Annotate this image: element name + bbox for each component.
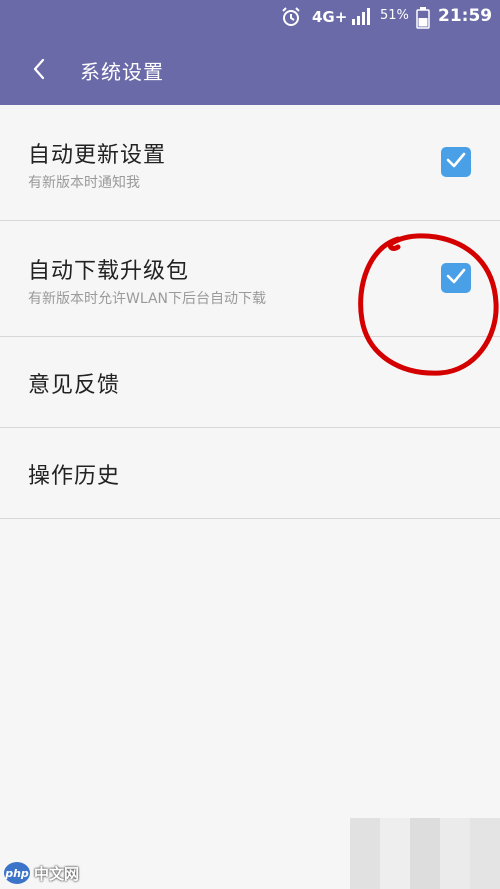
settings-list: 自动更新设置 有新版本时通知我 自动下载升级包 有新版本时允许WLAN下后台自动… [0,105,500,519]
signal-icon [350,6,372,26]
clock: 21:59 [438,6,493,26]
app-header: 4G+ 51% 21:59 系统设置 [0,0,500,105]
checkmark-icon [446,268,466,288]
back-button[interactable] [22,54,56,88]
title-bar: 系统设置 [0,36,500,105]
setting-label: 自动下载升级包 [28,259,190,284]
blur-mosaic [350,818,500,889]
checkmark-icon [446,152,466,172]
auto-update-checkbox[interactable] [441,147,471,177]
status-bar: 4G+ 51% 21:59 [0,0,500,36]
setting-auto-update[interactable]: 自动更新设置 有新版本时通知我 [0,105,500,221]
site-watermark: php 中文网 [0,858,79,888]
page-title: 系统设置 [80,60,164,84]
alarm-icon [280,6,302,28]
setting-description: 有新版本时允许WLAN下后台自动下载 [28,291,267,307]
chevron-left-icon [31,57,47,85]
setting-feedback[interactable]: 意见反馈 [0,337,500,428]
setting-label: 自动更新设置 [28,143,167,168]
php-logo-icon: php [4,862,30,884]
battery-percent: 51% [380,8,409,23]
setting-description: 有新版本时通知我 [28,175,140,191]
watermark-text: 中文网 [34,864,80,883]
auto-download-checkbox[interactable] [441,263,471,293]
battery-icon [416,7,430,29]
setting-auto-download[interactable]: 自动下载升级包 有新版本时允许WLAN下后台自动下载 [0,221,500,337]
network-type: 4G+ [312,8,348,26]
setting-label: 操作历史 [28,464,121,489]
setting-label: 意见反馈 [28,373,121,398]
setting-history[interactable]: 操作历史 [0,428,500,519]
